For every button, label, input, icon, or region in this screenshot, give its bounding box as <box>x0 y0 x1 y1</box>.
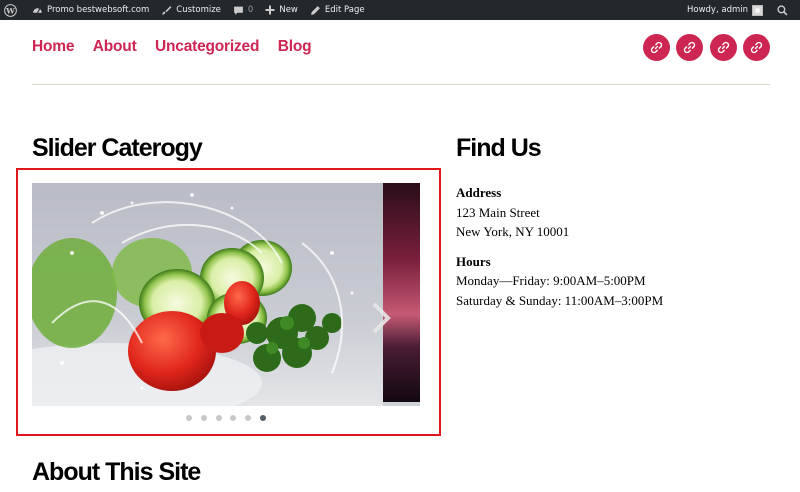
slider-dot-5[interactable] <box>245 415 252 421</box>
address-label: Address <box>456 185 502 200</box>
new-content-link[interactable]: New <box>259 0 304 20</box>
search-button[interactable] <box>771 0 800 20</box>
find-us-title: Find Us <box>456 134 542 162</box>
search-icon <box>777 4 788 15</box>
social-link-4[interactable] <box>743 34 770 61</box>
comments-link[interactable]: 0 <box>227 0 259 20</box>
slider-dot-3[interactable] <box>215 415 222 421</box>
plus-icon <box>265 5 275 15</box>
primary-menu: Home About Uncategorized Blog <box>32 38 330 56</box>
hours-label: Hours <box>456 253 491 269</box>
pencil-icon <box>310 5 320 15</box>
nav-item-blog[interactable]: Blog <box>278 38 312 56</box>
about-widget-title: About This Site <box>32 458 201 486</box>
site-name-label: Promo bestwebsoft.com <box>47 5 150 15</box>
howdy-label: Howdy, admin <box>686 5 748 15</box>
image-slider[interactable] <box>32 183 420 406</box>
wordpress-logo-button[interactable]: W <box>0 0 26 20</box>
link-icon <box>750 41 763 54</box>
edit-page-link[interactable]: Edit Page <box>304 0 371 20</box>
hours-line-2: Saturday & Sunday: 11:00AM–3:00PM <box>456 292 664 308</box>
find-us-widget: Address 123 Main Street New York, NY 100… <box>456 183 663 320</box>
social-link-3[interactable] <box>709 34 737 61</box>
address-line-2: New York, NY 10001 <box>456 224 570 239</box>
new-label: New <box>279 5 298 15</box>
slider-dot-6[interactable] <box>259 415 266 421</box>
social-link-2[interactable] <box>676 34 703 61</box>
slide-image-vegetables <box>32 183 383 406</box>
slider-widget-title: Slider Caterogy <box>32 134 203 162</box>
my-account-menu[interactable]: Howdy, admin <box>681 0 771 20</box>
slide-image-sunset <box>383 183 420 402</box>
slider-dot-1[interactable] <box>186 415 192 421</box>
nav-item-about[interactable]: About <box>93 38 137 56</box>
link-icon <box>683 41 696 54</box>
slider-pagination <box>186 415 275 421</box>
slider-dot-2[interactable] <box>200 415 207 421</box>
svg-text:W: W <box>5 6 15 15</box>
comment-icon <box>234 6 243 15</box>
nav-item-uncategorized[interactable]: Uncategorized <box>155 38 259 56</box>
link-icon <box>717 41 729 54</box>
customize-label: Customize <box>176 5 221 15</box>
slider-dot-4[interactable] <box>230 415 237 421</box>
site-name-link[interactable]: Promo bestwebsoft.com <box>26 0 155 20</box>
social-menu <box>636 34 770 61</box>
comments-count: 0 <box>247 5 254 15</box>
header-divider <box>32 84 770 85</box>
social-link-1[interactable] <box>642 34 670 61</box>
brush-icon <box>162 5 172 15</box>
admin-bar: W Promo bestwebsoft.com Customize 0 New … <box>0 0 800 20</box>
nav-item-home[interactable]: Home <box>32 38 74 56</box>
hours-line-1: Monday—Friday: 9:00AM–5:00PM <box>456 273 646 288</box>
dashboard-icon <box>33 7 42 13</box>
avatar <box>752 4 763 16</box>
link-icon <box>650 41 662 54</box>
edit-page-label: Edit Page <box>324 5 365 15</box>
customize-link[interactable]: Customize <box>155 0 227 20</box>
wordpress-icon: W <box>4 3 17 17</box>
address-line-1: 123 Main Street <box>456 204 540 220</box>
slider-next-arrow-icon[interactable] <box>366 300 396 336</box>
